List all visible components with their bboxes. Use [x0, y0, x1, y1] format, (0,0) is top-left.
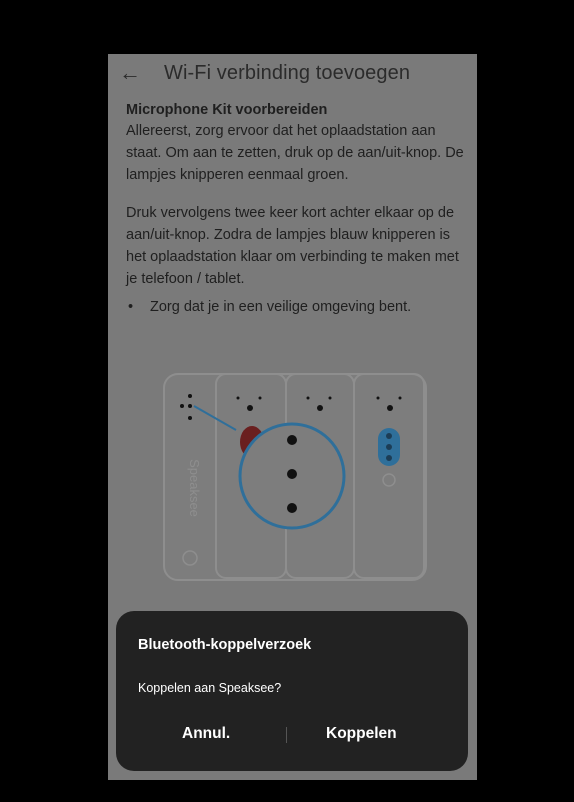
brand-logo-text: Speaksee: [187, 459, 202, 517]
app-bar: ← Wi-Fi verbinding toevoegen: [108, 54, 477, 92]
paragraph-2: Druk vervolgens twee keer kort achter el…: [126, 205, 459, 287]
bullet-text: Zorg dat je in een veilige omgeving bent…: [150, 299, 412, 315]
paragraph-1: Allereerst, zorg ervoor dat het oplaadst…: [126, 123, 464, 183]
back-arrow-icon[interactable]: ←: [108, 60, 152, 86]
dialog-message: Koppelen aan Speaksee?: [138, 681, 282, 695]
cancel-button[interactable]: Annul.: [182, 725, 230, 743]
bullet-dot-icon: •: [128, 299, 134, 315]
phone-screen: ← Wi-Fi verbinding toevoegen Microphone …: [108, 54, 477, 780]
bluetooth-pairing-dialog: Bluetooth-koppelverzoek Koppelen aan Spe…: [116, 611, 468, 771]
dialog-title: Bluetooth-koppelverzoek: [138, 637, 312, 653]
pair-button[interactable]: Koppelen: [326, 725, 397, 743]
bullet-item: • Zorg dat je in een veilige omgeving be…: [126, 296, 466, 318]
charging-station-illustration: Speaksee: [163, 373, 427, 581]
section-heading: Microphone Kit voorbereiden: [126, 102, 328, 118]
instructions: Microphone Kit voorbereiden Allereerst, …: [126, 102, 466, 318]
button-divider: [286, 727, 287, 743]
page-title: Wi-Fi verbinding toevoegen: [164, 61, 411, 84]
